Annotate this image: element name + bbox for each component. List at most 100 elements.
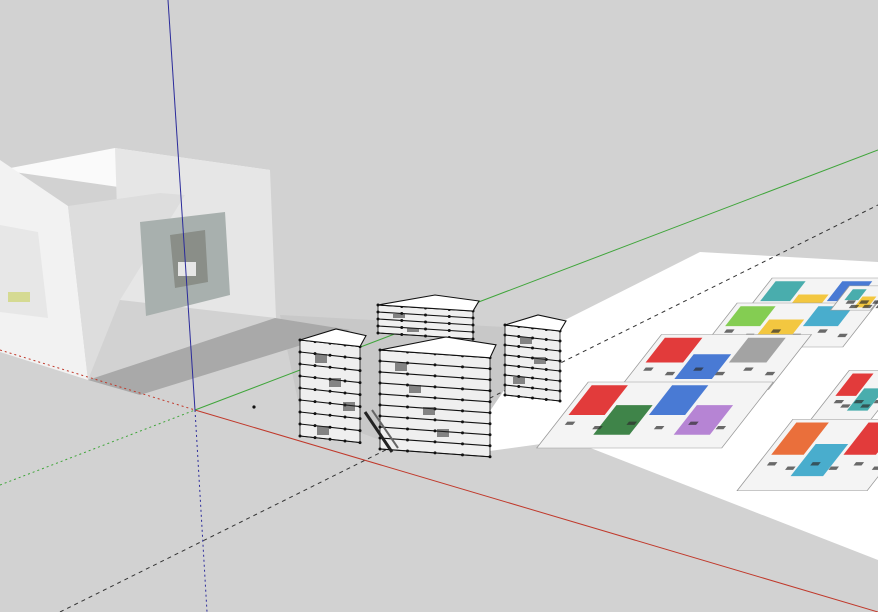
vertex-point [488,455,492,459]
vertex-point [358,441,362,445]
vertex-point [328,389,332,393]
vertex-point [558,369,562,373]
vertex-point [424,320,427,324]
vertex-point [328,353,332,357]
vertex-point [298,386,302,390]
vertex-point [503,363,507,367]
vertex-point [461,409,464,413]
vertex-point [376,310,380,314]
vertex-point [558,399,562,403]
vertex-point [400,333,404,336]
vertex-point [328,413,332,417]
void [317,426,329,435]
void [393,314,405,318]
vertex-point [406,438,409,442]
vertex-point [488,422,492,426]
vertex-point [503,333,507,337]
vertex-point [471,330,475,334]
tower-center[interactable] [378,336,497,459]
void [407,328,419,332]
vertex-point [503,353,507,357]
vertex-point [378,425,382,429]
viewport-scene[interactable] [0,0,878,612]
vertex-point [503,373,507,377]
vertex-point [313,424,317,428]
vertex-point [298,362,302,366]
vertex-point [424,334,427,338]
vertex-point [558,379,562,383]
vertex-point [558,339,562,343]
vertex-point [400,326,404,329]
vertex-point [433,396,437,400]
vertex-point [517,345,521,348]
vertex-point [558,389,562,393]
vertex-point [517,385,521,388]
vertex-point [433,418,437,422]
vertex-point [488,444,492,448]
vertex-point [517,355,521,358]
vertex-point [531,366,534,370]
vertex-point [378,392,382,396]
void [409,385,421,393]
vertex-point [378,447,382,451]
vertex-point [378,414,382,418]
vertex-point [531,376,534,380]
vertex-point [358,429,362,433]
vertex-point [343,367,347,371]
void [520,337,532,344]
vertex-point [433,374,437,378]
vertex-point [424,327,427,331]
vertex-point [517,395,521,398]
vertex-point [358,381,362,385]
vertex-point [531,396,534,400]
vertex-point [313,376,317,380]
vertex-point [433,440,437,444]
vertex-point [461,376,464,380]
vertex-point [558,349,562,353]
vertex-point [471,323,475,327]
guide-point[interactable] [252,405,256,409]
vertex-point [343,427,347,431]
vertex-point [313,400,317,404]
tower-left[interactable] [298,328,367,445]
vertex-point [298,410,302,414]
wall-poster-patch [178,262,196,276]
vertex-point [406,416,409,420]
vertex-point [461,442,464,446]
3d-viewport[interactable] [0,0,878,612]
vertex-point [406,427,409,431]
vertex-point [298,374,302,378]
vertex-point [406,394,409,398]
vertex-point [544,378,548,381]
vertex-point [517,335,521,338]
tower-back[interactable] [376,294,480,341]
vertex-point [517,365,521,368]
vertex-point [488,433,492,437]
vertex-point [488,378,492,382]
wall-front-poster-mark [8,292,30,302]
vertex-point [378,359,382,363]
vertex-point [298,398,302,402]
vertex-point [447,322,451,325]
vertex-point [406,405,409,409]
vertex-point [378,381,382,385]
void [329,378,341,387]
vertex-point [503,343,507,347]
vertex-point [328,365,332,369]
vertex-point [343,439,347,443]
vertex-point [531,346,534,350]
void [343,402,355,411]
void [395,363,407,371]
vertex-point [544,388,548,391]
vertex-point [343,415,347,419]
vertex-point [447,315,451,318]
vertex-point [376,324,380,328]
vertex-point [488,367,492,371]
vertex-point [471,337,475,341]
vertex-point [313,364,317,368]
vertex-point [544,338,548,341]
tower-right[interactable] [503,314,567,403]
vertex-point [358,357,362,361]
vertex-point [433,429,437,433]
void [423,407,435,415]
